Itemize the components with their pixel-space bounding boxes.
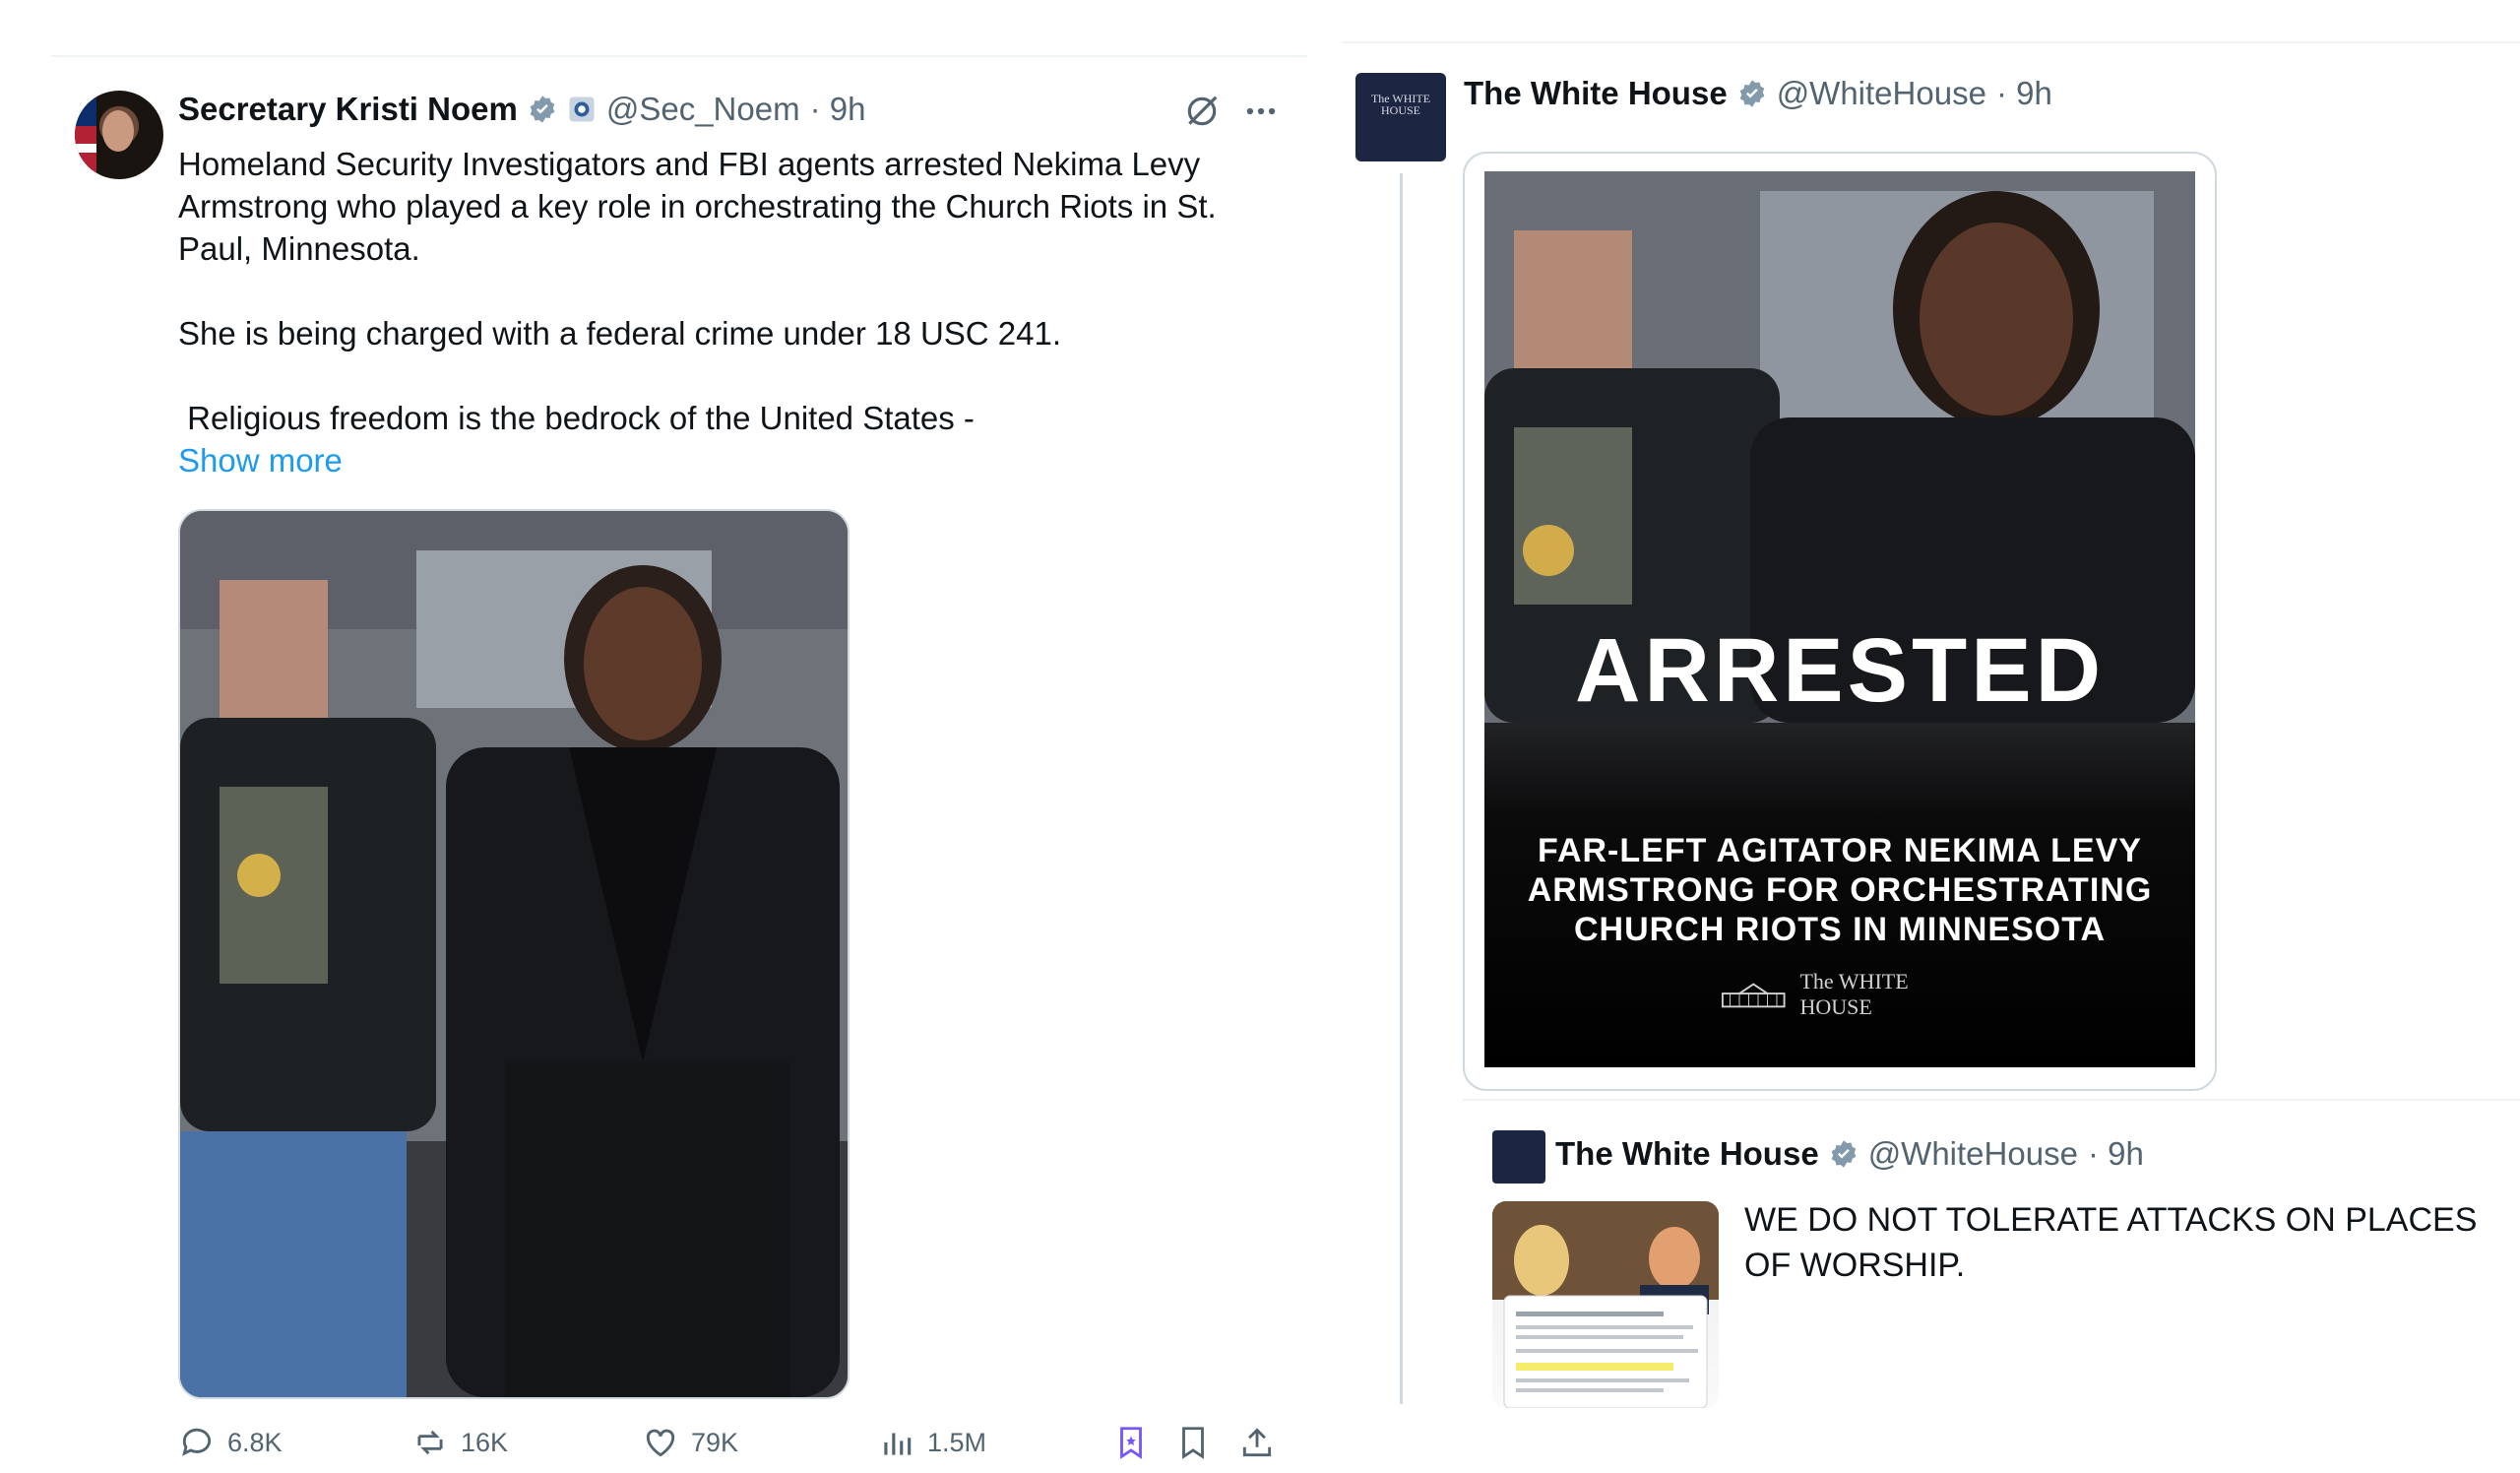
repost-button[interactable]: 16K (411, 1424, 508, 1461)
top-divider-right (1343, 41, 2520, 43)
views-icon (884, 1433, 912, 1455)
graphic-headline: ARRESTED (1574, 620, 2106, 721)
reply-count: 6.8K (227, 1427, 283, 1457)
author-handle[interactable]: @WhiteHouse (1777, 75, 1986, 112)
tweet-header: Secretary Kristi Noem @Sec_Noem · 9h (178, 91, 865, 128)
tweet-photo[interactable] (178, 509, 850, 1399)
tweet-header: The White House @WhiteHouse · 9h (1464, 75, 2052, 112)
graphic-subtext-line: ARMSTRONG FOR ORCHESTRATING (1527, 871, 2153, 909)
quoted-author-name[interactable]: The White House (1555, 1135, 1819, 1173)
avatar[interactable] (75, 91, 163, 179)
share-icon[interactable] (1238, 1424, 1276, 1461)
tweet-time[interactable]: · 9h (1996, 75, 2052, 112)
quoted-handle[interactable]: @WhiteHouse (1868, 1135, 2078, 1173)
avatar-logo-text: The WHITE HOUSE (1370, 92, 1431, 117)
government-seal-icon (569, 96, 595, 122)
verified-badge-icon (530, 96, 555, 123)
tweet-body: Homeland Security Investigators and FBI … (178, 143, 1271, 481)
more-icon[interactable] (1242, 93, 1280, 130)
grok-icon[interactable] (1183, 93, 1221, 130)
like-icon (646, 1429, 675, 1457)
thread-line (1400, 173, 1403, 1404)
quoted-text: WE DO NOT TOLERATE ATTACKS ON PLACES OF … (1744, 1201, 2478, 1284)
quoted-header: The White House @WhiteHouse · 9h (1555, 1135, 2144, 1173)
graphic-subtext-line: CHURCH RIOTS IN MINNESOTA (1573, 911, 2107, 948)
quoted-thumbnail[interactable] (1492, 1201, 1719, 1408)
author-name[interactable]: Secretary Kristi Noem (178, 91, 518, 128)
tweet-time[interactable]: · 9h (810, 91, 866, 128)
tweet-paragraph: She is being charged with a federal crim… (178, 315, 1062, 352)
graphic-footer: The WHITE HOUSE (1721, 969, 1977, 1020)
views-count: 1.5M (927, 1427, 987, 1457)
bookmark-highlight-icon[interactable] (1112, 1424, 1150, 1461)
show-more-link[interactable]: Show more (178, 439, 1271, 481)
quoted-avatar[interactable] (1492, 1130, 1545, 1184)
tweet-paragraph: Homeland Security Investigators and FBI … (178, 146, 1217, 267)
verified-badge-icon (1739, 80, 1765, 107)
tweet-paragraph: Religious freedom is the bedrock of the … (178, 400, 975, 436)
graphic-subtext: FAR-LEFT AGITATOR NEKIMA LEVY ARMSTRONG … (1484, 831, 2195, 949)
avatar[interactable]: The WHITE HOUSE (1355, 73, 1446, 161)
reply-icon (182, 1428, 212, 1456)
repost-count: 16K (461, 1427, 509, 1457)
top-divider (51, 55, 1307, 57)
quoted-time[interactable]: · 9h (2088, 1135, 2144, 1173)
author-name[interactable]: The White House (1464, 75, 1728, 112)
repost-icon (417, 1430, 443, 1455)
like-button[interactable]: 79K (642, 1424, 738, 1461)
like-count: 79K (691, 1427, 739, 1457)
views-button[interactable]: 1.5M (878, 1424, 986, 1461)
arrested-graphic[interactable]: ARRESTED FAR-LEFT AGITATOR NEKIMA LEVY A… (1484, 171, 2195, 1067)
author-handle[interactable]: @Sec_Noem (606, 91, 800, 128)
bookmark-icon[interactable] (1174, 1424, 1212, 1461)
white-house-building-icon (1721, 983, 1786, 1008)
graphic-footer-text: The WHITE HOUSE (1799, 969, 1909, 1019)
reply-button[interactable]: 6.8K (178, 1424, 283, 1461)
verified-badge-icon (1831, 1140, 1857, 1168)
graphic-subtext-line: FAR-LEFT AGITATOR NEKIMA LEVY (1538, 832, 2142, 869)
